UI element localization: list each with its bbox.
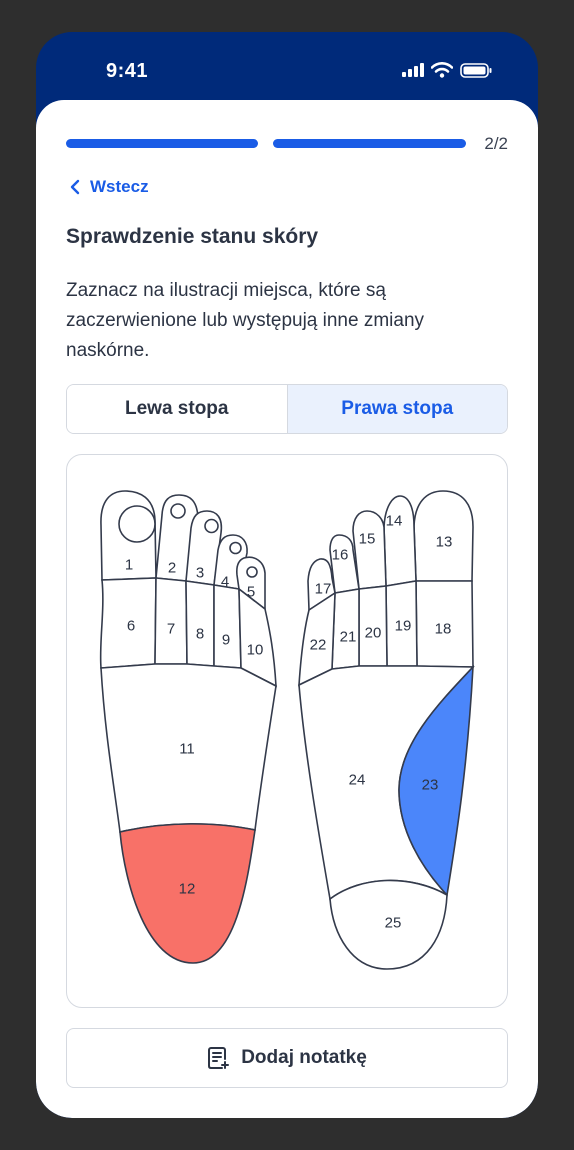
zone-label-22: 22	[310, 637, 327, 654]
zone-14[interactable]	[383, 495, 417, 587]
page-description: Zaznacz na ilustracji miejsca, które są …	[66, 280, 425, 361]
zone-label-2: 2	[168, 560, 176, 577]
back-button[interactable]: Wstecz	[70, 177, 149, 197]
back-label: Wstecz	[90, 177, 149, 196]
wifi-icon	[431, 62, 453, 78]
toe-nail-5	[246, 566, 258, 578]
zone-label-20: 20	[365, 625, 382, 642]
zone-label-10: 10	[247, 642, 264, 659]
zone-label-18: 18	[435, 621, 452, 638]
zone-label-19: 19	[395, 618, 412, 635]
zone-label-1: 1	[125, 557, 133, 574]
feet-svg: 1 2 3 4 5 6 7 8 9 10 11 12 13 14 15 16 1…	[99, 490, 475, 970]
zone-label-23: 23	[422, 777, 439, 794]
zone-label-11: 11	[179, 741, 195, 758]
progress-segment-1	[66, 139, 258, 148]
zone-label-13: 13	[436, 534, 453, 551]
progress-step-label: 2/2	[484, 134, 508, 153]
zone-label-17: 17	[315, 581, 332, 598]
content-card: 2/2 Wstecz Sprawdzenie stanu skóry Zazna…	[36, 100, 538, 1118]
phone-frame: 9:41 2/2 Wstecz Sprawdzenie stanu skóry …	[36, 32, 538, 1118]
left-foot: 1 2 3 4 5 6 7 8 9 10 11 12	[99, 490, 277, 964]
zone-label-9: 9	[222, 632, 230, 649]
zone-label-7: 7	[167, 621, 175, 638]
zone-9[interactable]	[213, 584, 242, 669]
status-time: 9:41	[106, 60, 149, 82]
zone-label-6: 6	[127, 618, 135, 635]
zone-label-21: 21	[340, 629, 357, 646]
zone-label-8: 8	[196, 626, 204, 643]
signal-icon	[402, 63, 424, 77]
add-note-button[interactable]: Dodaj notatkę	[66, 1028, 508, 1088]
status-bar: 9:41	[36, 32, 538, 100]
zone-label-24: 24	[349, 772, 366, 789]
zone-label-14: 14	[386, 513, 403, 530]
zone-label-3: 3	[196, 565, 204, 582]
zone-label-5: 5	[247, 584, 255, 601]
chevron-left-icon	[70, 179, 80, 195]
tab-left-foot[interactable]: Lewa stopa	[67, 385, 288, 433]
feet-illustration: 1 2 3 4 5 6 7 8 9 10 11 12 13 14 15 16 1…	[66, 454, 508, 1008]
zone-label-12: 12	[179, 881, 196, 898]
foot-selector: Lewa stopa Prawa stopa	[66, 384, 508, 434]
page-title: Sprawdzenie stanu skóry	[66, 225, 319, 248]
battery-icon	[460, 62, 492, 78]
zone-8[interactable]	[185, 580, 215, 667]
note-add-icon	[208, 1047, 230, 1069]
zone-label-4: 4	[221, 574, 229, 591]
toe-nail-1	[118, 505, 156, 543]
progress-bar: 2/2	[66, 134, 508, 153]
toe-nail-3	[204, 518, 219, 534]
right-foot: 13 14 15 16 17 18 19 20 21 22 23 24 25	[298, 490, 475, 970]
toe-nail-4	[229, 541, 242, 555]
status-icons	[402, 62, 492, 78]
progress-segment-2	[273, 139, 466, 148]
zone-label-16: 16	[332, 547, 349, 564]
zone-label-25: 25	[385, 915, 402, 932]
tab-right-foot[interactable]: Prawa stopa	[287, 385, 507, 433]
zone-label-15: 15	[359, 531, 376, 548]
toe-nail-2	[170, 503, 186, 519]
add-note-label: Dodaj notatkę	[241, 1047, 367, 1068]
